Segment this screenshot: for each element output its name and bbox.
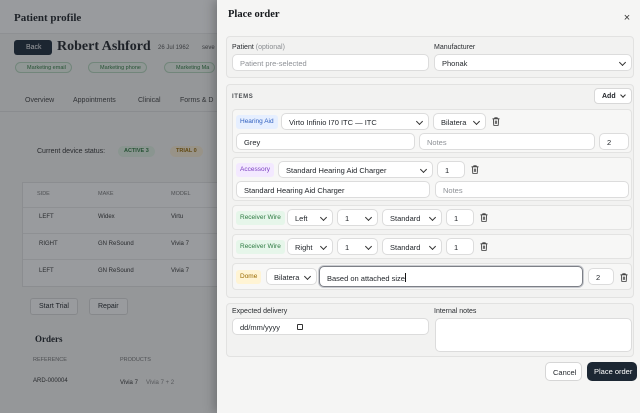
items-title: ITEMS: [232, 94, 254, 100]
receiver-right-side-select[interactable]: Right: [287, 238, 333, 255]
hearing-aid-model-select[interactable]: Virto Infinio I70 ITC — ITC: [281, 113, 429, 130]
expected-delivery-label: Expected delivery: [232, 308, 288, 315]
chevron-down-icon: [319, 213, 328, 222]
expected-delivery-input[interactable]: dd/mm/yyyy: [232, 318, 429, 335]
add-item-button[interactable]: Add: [594, 88, 632, 104]
item-row-hearing-aid: Hearing Aid Virto Infinio I70 ITC — ITC …: [232, 109, 632, 153]
accessory-product-select[interactable]: Standard Hearing Aid Charger: [278, 161, 433, 178]
internal-notes-label: Internal notes: [434, 308, 477, 315]
cancel-button[interactable]: Cancel: [545, 362, 582, 381]
receiver-right-power-select[interactable]: Standard: [382, 238, 442, 255]
hearing-aid-notes-input[interactable]: Notes: [419, 133, 595, 150]
hearing-aid-quantity-input[interactable]: 2: [599, 133, 629, 150]
patient-input[interactable]: Patient pre-selected: [232, 54, 429, 71]
accessory-notes-input[interactable]: Notes: [435, 181, 629, 198]
item-row-receiver-right: Receiver Wire Right 1 Standard 1: [232, 234, 632, 259]
place-order-button[interactable]: Place order: [587, 362, 637, 381]
dome-quantity-input[interactable]: 2: [588, 268, 614, 285]
receiver-left-power-select[interactable]: Standard: [382, 209, 442, 226]
receiver-wire-badge: Receiver Wire: [236, 211, 285, 225]
text-cursor: [404, 273, 406, 282]
modal-title: Place order: [228, 9, 280, 20]
chevron-down-icon: [419, 165, 428, 174]
manufacturer-select[interactable]: Phonak: [434, 54, 632, 71]
calendar-icon[interactable]: [297, 324, 303, 330]
accessory-quantity-input[interactable]: 1: [437, 161, 465, 178]
chevron-down-icon: [428, 242, 437, 251]
dome-size-input[interactable]: Based on attached size: [319, 266, 583, 287]
receiver-left-length-select[interactable]: 1: [337, 209, 378, 226]
patient-label: Patient (optional): [232, 44, 285, 51]
chevron-down-icon: [618, 58, 627, 67]
close-icon[interactable]: ×: [622, 13, 632, 24]
item-row-accessory: Accessory Standard Hearing Aid Charger 1…: [232, 157, 632, 201]
manufacturer-label: Manufacturer: [434, 44, 476, 51]
accessory-badge: Accessory: [236, 163, 274, 177]
dome-badge: Dome: [236, 270, 262, 284]
accessory-description-input[interactable]: Standard Hearing Aid Charger: [236, 181, 430, 198]
hearing-aid-side-select[interactable]: Bilatera: [433, 113, 486, 130]
chevron-down-icon: [364, 242, 373, 251]
chevron-down-icon: [415, 117, 424, 126]
chevron-down-icon: [472, 117, 481, 126]
receiver-right-quantity-input[interactable]: 1: [446, 238, 474, 255]
receiver-left-side-select[interactable]: Left: [287, 209, 333, 226]
receiver-wire-badge: Receiver Wire: [236, 240, 285, 254]
trash-icon[interactable]: [480, 242, 488, 251]
item-row-receiver-left: Receiver Wire Left 1 Standard 1: [232, 205, 632, 230]
trash-icon[interactable]: [620, 273, 628, 282]
receiver-left-quantity-input[interactable]: 1: [446, 209, 474, 226]
trash-icon[interactable]: [480, 213, 488, 222]
hearing-aid-color-input[interactable]: Grey: [236, 133, 415, 150]
trash-icon[interactable]: [492, 117, 500, 126]
chevron-down-icon: [428, 213, 437, 222]
chevron-down-icon: [620, 92, 626, 98]
chevron-down-icon: [319, 242, 328, 251]
hearing-aid-badge: Hearing Aid: [236, 115, 278, 129]
internal-notes-textarea[interactable]: [435, 318, 632, 352]
item-row-dome: Dome Bilatera Based on attached size 2: [232, 263, 632, 290]
receiver-right-length-select[interactable]: 1: [337, 238, 378, 255]
chevron-down-icon: [303, 272, 312, 281]
chevron-down-icon: [364, 213, 373, 222]
trash-icon[interactable]: [471, 165, 479, 174]
dome-side-select[interactable]: Bilatera: [266, 268, 317, 285]
